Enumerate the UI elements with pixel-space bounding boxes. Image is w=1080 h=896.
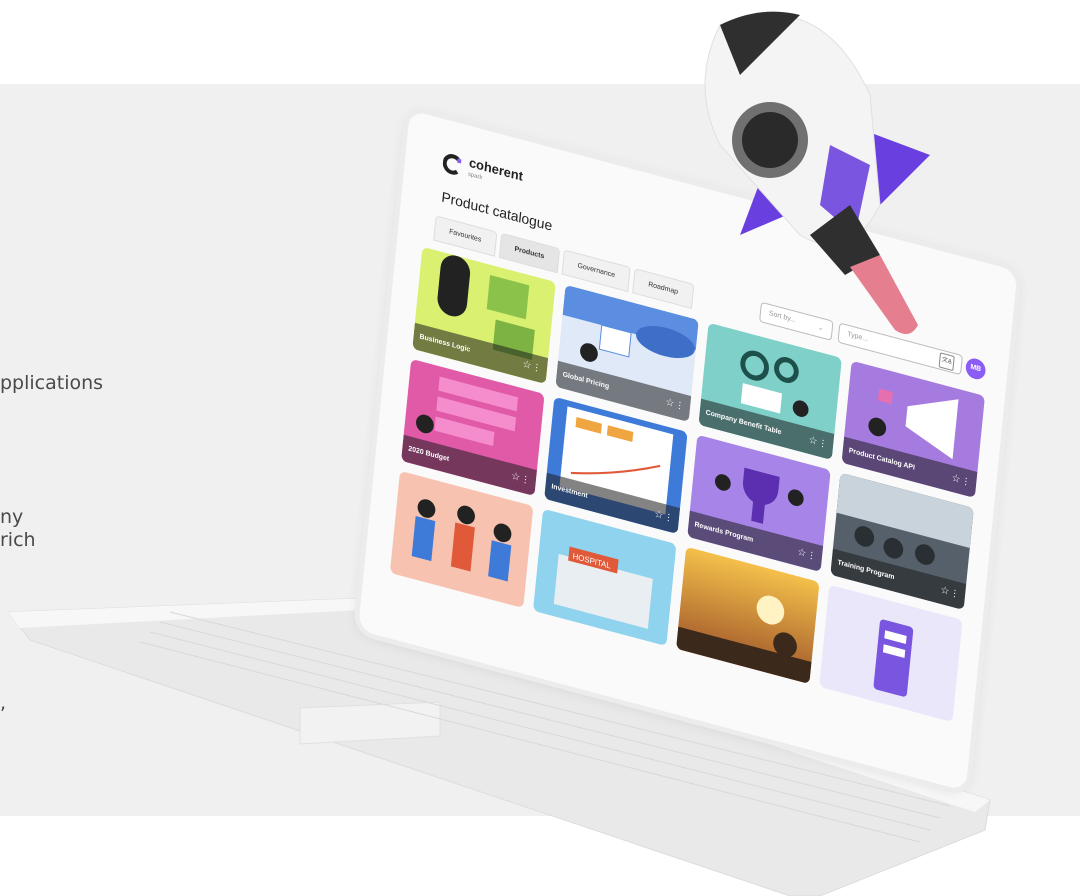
more-icon[interactable]: ⋮ — [520, 473, 531, 486]
product-card-2020-budget[interactable]: 2020 Budget ☆ ⋮ — [401, 358, 545, 497]
more-icon[interactable]: ⋮ — [532, 361, 542, 374]
more-icon[interactable]: ⋮ — [664, 511, 674, 524]
sunset-illustration — [676, 595, 812, 685]
star-icon[interactable]: ☆ — [797, 547, 807, 560]
people-illustration — [411, 499, 512, 582]
rocket-illustration — [704, 11, 930, 334]
star-icon[interactable]: ☆ — [665, 397, 675, 410]
product-card-sunset[interactable] — [676, 546, 820, 685]
star-icon[interactable]: ☆ — [522, 359, 532, 372]
product-card-rewards-program[interactable]: Rewards Program ☆ ⋮ — [687, 434, 831, 573]
tab-products[interactable]: Products — [498, 232, 561, 274]
avatar[interactable]: MB — [964, 356, 987, 382]
tab-favourites[interactable]: Favourites — [433, 215, 498, 257]
product-card-people[interactable] — [389, 470, 534, 609]
star-icon[interactable]: ☆ — [951, 473, 961, 486]
product-card-hospital[interactable]: HOSPITAL — [532, 508, 677, 647]
product-card-training-program[interactable]: Training Program ☆ ⋮ — [830, 472, 974, 610]
brand-logo: coherent spark — [442, 150, 524, 195]
translate-icon[interactable]: 文A — [938, 351, 955, 371]
coherent-logo-icon — [442, 154, 462, 175]
more-icon[interactable]: ⋮ — [818, 437, 828, 450]
star-icon[interactable]: ☆ — [511, 471, 521, 484]
mobile-illustration — [873, 619, 914, 697]
product-card-company-benefit-table[interactable]: Company Benefit Table ☆ ⋮ — [698, 322, 842, 461]
more-icon[interactable]: ⋮ — [961, 475, 971, 488]
star-icon[interactable]: ☆ — [654, 509, 664, 522]
more-icon[interactable]: ⋮ — [807, 549, 817, 562]
star-icon[interactable]: ☆ — [808, 435, 818, 448]
more-icon[interactable]: ⋮ — [675, 399, 685, 412]
product-card-mobile[interactable] — [819, 584, 963, 722]
hospital-illustration: HOSPITAL — [553, 546, 653, 629]
header-actions: 文A MB — [938, 349, 987, 382]
product-card-investment[interactable]: Investment ☆ ⋮ — [544, 396, 688, 535]
product-card-product-catalog-api[interactable]: Product Catalog API ☆ ⋮ — [841, 360, 985, 498]
more-icon[interactable]: ⋮ — [950, 587, 960, 600]
star-icon[interactable]: ☆ — [940, 585, 950, 598]
